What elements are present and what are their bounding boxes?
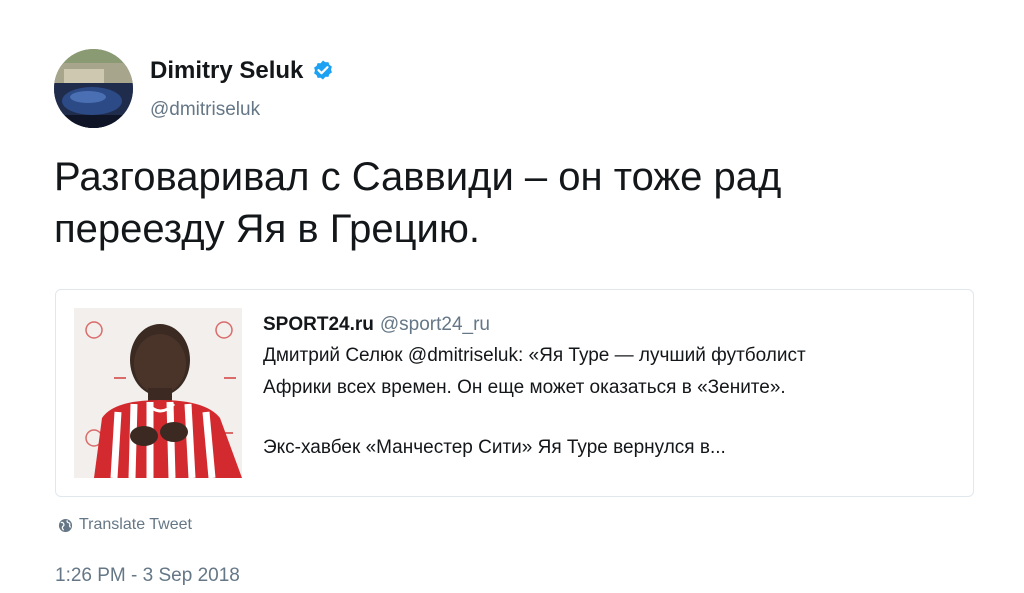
tweet-timestamp[interactable]: 1:26 PM - 3 Sep 2018	[55, 564, 240, 588]
tweet-container: Dimitry Seluk @dmitriseluk Разговаривал …	[0, 0, 1024, 593]
display-name-text[interactable]: Dimitry Seluk	[150, 56, 303, 86]
tweet-text: Разговаривал с Саввиди – он тоже рад пер…	[54, 155, 782, 251]
card-description-line: Африки всех времен. Он еще может оказать…	[263, 377, 786, 398]
card-source-name: SPORT24.ru	[263, 314, 374, 335]
card-description-line: Дмитрий Селюк @dmitriseluk: «Яя Туре — л…	[263, 345, 806, 366]
card-body: SPORT24.ru @sport24_ru Дмитрий Селюк @dmi…	[263, 310, 953, 464]
card-description-line: Экс-хавбек «Манчестер Сити» Яя Туре верн…	[263, 437, 726, 458]
avatar-photo	[54, 49, 133, 128]
card-spacer	[263, 404, 953, 432]
card-source-handle: @sport24_ru	[379, 314, 490, 335]
card-source: SPORT24.ru @sport24_ru	[263, 310, 953, 340]
card-thumbnail-image	[74, 308, 242, 478]
display-name[interactable]: Dimitry Seluk	[150, 56, 335, 86]
translate-tweet-button[interactable]: Translate Tweet	[58, 514, 192, 536]
author-handle[interactable]: @dmitriseluk	[150, 98, 260, 122]
verified-badge-icon	[311, 59, 335, 83]
translate-tweet-label[interactable]: Translate Tweet	[79, 514, 192, 536]
globe-icon	[58, 518, 73, 533]
avatar[interactable]	[54, 49, 133, 128]
quoted-link-card[interactable]: SPORT24.ru @sport24_ru Дмитрий Селюк @dmi…	[55, 289, 974, 497]
